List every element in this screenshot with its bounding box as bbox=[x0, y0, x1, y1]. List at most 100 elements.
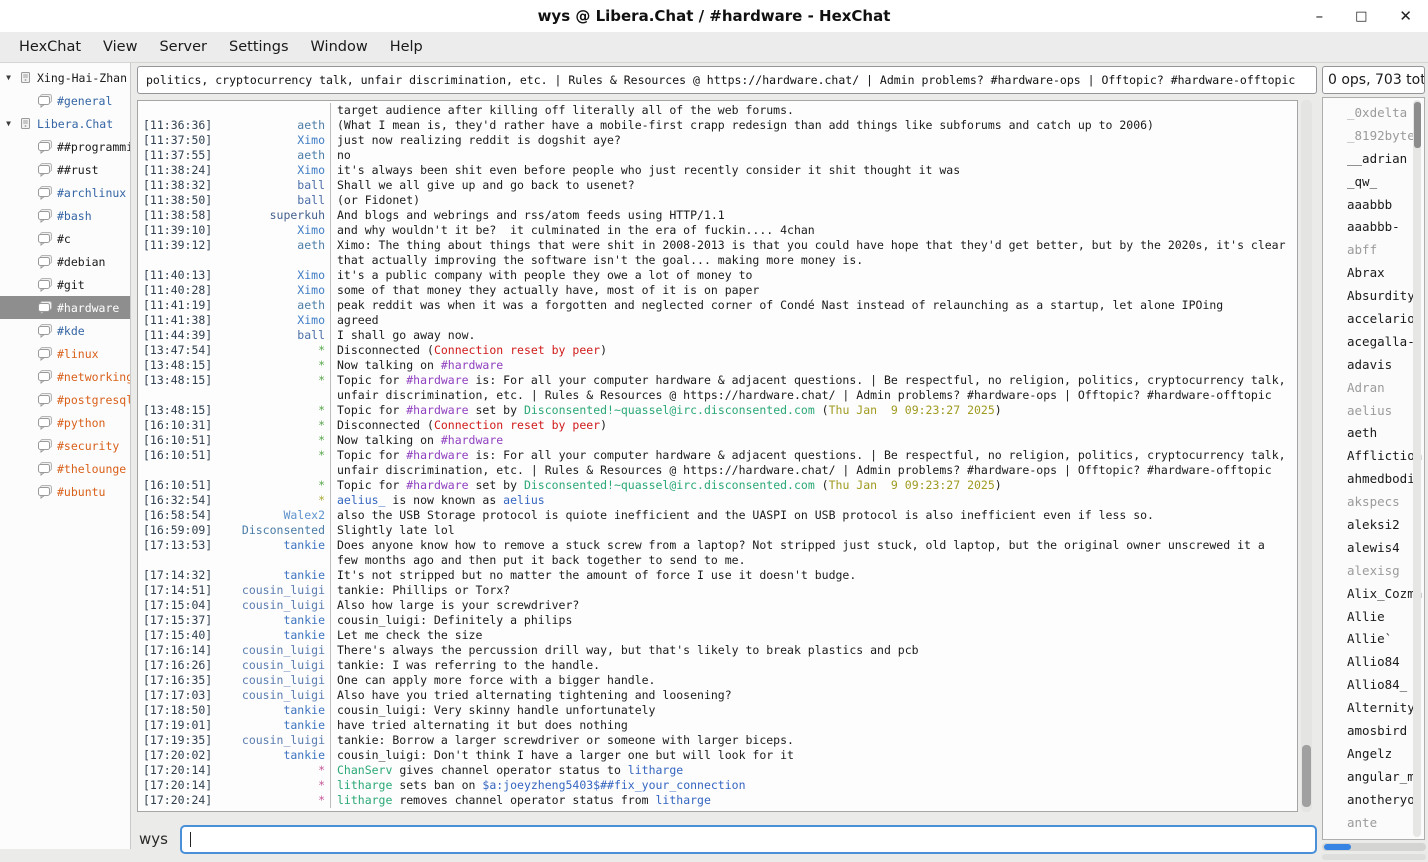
tree-channel--python[interactable]: #python bbox=[0, 411, 130, 434]
user-list-item[interactable]: aelius bbox=[1323, 399, 1424, 422]
tree-channel--postgresql[interactable]: #postgresql bbox=[0, 388, 130, 411]
chat-message-text: It's not stripped but no matter the amou… bbox=[330, 568, 1297, 583]
chat-scrollbar-thumb[interactable] bbox=[1302, 745, 1311, 807]
user-list-item[interactable]: Allio84_ bbox=[1323, 673, 1424, 696]
tree-channel--debian[interactable]: #debian bbox=[0, 250, 130, 273]
chat-timestamp: [17:19:01] bbox=[138, 718, 225, 733]
maximize-icon[interactable]: □ bbox=[1355, 10, 1367, 23]
topic-bar[interactable]: politics, cryptocurrency talk, unfair di… bbox=[137, 66, 1317, 94]
chat-nick: cousin_luigi bbox=[225, 583, 325, 598]
user-list-item[interactable]: aeth bbox=[1323, 421, 1424, 444]
tree-channel--security[interactable]: #security bbox=[0, 434, 130, 457]
user-list-item[interactable]: ante bbox=[1323, 811, 1424, 834]
menu-view[interactable]: View bbox=[92, 39, 148, 55]
chat-nick: cousin_luigi bbox=[225, 733, 325, 748]
menu-help[interactable]: Help bbox=[379, 39, 434, 55]
close-icon[interactable]: ✕ bbox=[1399, 9, 1412, 24]
menu-hexchat[interactable]: HexChat bbox=[8, 39, 92, 55]
chat-scrollbar[interactable] bbox=[1301, 100, 1312, 812]
tree-expander-icon[interactable]: ▼ bbox=[2, 73, 15, 82]
tree-channel--git[interactable]: #git bbox=[0, 273, 130, 296]
chat-message-text: just now realizing reddit is dogshit aye… bbox=[330, 133, 1297, 148]
user-list-item[interactable]: Affliction bbox=[1323, 444, 1424, 467]
user-list-item[interactable]: Allie bbox=[1323, 605, 1424, 628]
user-list-item[interactable]: akspecs bbox=[1323, 490, 1424, 513]
user-list-item[interactable]: Alix_Cozma bbox=[1323, 582, 1424, 605]
chat-nick: * bbox=[225, 493, 325, 508]
menu-settings[interactable]: Settings bbox=[218, 39, 299, 55]
user-list-item[interactable]: alexisg bbox=[1323, 559, 1424, 582]
tree-channel--archlinux[interactable]: #archlinux bbox=[0, 181, 130, 204]
tree-channel--ubuntu[interactable]: #ubuntu bbox=[0, 480, 130, 503]
tree-channel--programming[interactable]: ##programming bbox=[0, 135, 130, 158]
chat-message-text: Disconnected (Connection reset by peer) bbox=[330, 343, 1297, 358]
chat-message-text: agreed bbox=[330, 313, 1297, 328]
user-list-item[interactable]: anotheryo bbox=[1323, 788, 1424, 811]
user-list-item[interactable]: accelario bbox=[1323, 307, 1424, 330]
user-list-item[interactable]: Allio84 bbox=[1323, 650, 1424, 673]
tree-channel--kde[interactable]: #kde bbox=[0, 319, 130, 342]
tree-expander-icon[interactable]: ▼ bbox=[2, 119, 15, 128]
user-list-item[interactable]: _8192byte bbox=[1323, 124, 1424, 147]
user-list-item[interactable]: Allie` bbox=[1323, 627, 1424, 650]
user-list-hscrollbar[interactable] bbox=[1322, 843, 1426, 851]
user-list-item[interactable]: _0xdelta bbox=[1323, 101, 1424, 124]
user-list-item[interactable]: aleksi2 bbox=[1323, 513, 1424, 536]
user-list-item[interactable]: __adrian bbox=[1323, 147, 1424, 170]
channel-bubble-icon bbox=[37, 186, 52, 200]
tree-server-xing-hai-zhan[interactable]: ▼Xing-Hai-Zhan bbox=[0, 66, 130, 89]
menu-window[interactable]: Window bbox=[300, 39, 379, 55]
user-list-item[interactable]: ahmedbodi bbox=[1323, 467, 1424, 490]
tree-channel--c[interactable]: #c bbox=[0, 227, 130, 250]
user-list-item[interactable]: alewis4 bbox=[1323, 536, 1424, 559]
user-list-item[interactable]: aaabbb- bbox=[1323, 215, 1424, 238]
user-list-item[interactable]: aaabbb bbox=[1323, 193, 1424, 216]
chat-nick: tankie bbox=[225, 718, 325, 733]
titlebar[interactable]: wys @ Libera.Chat / #hardware - HexChat … bbox=[0, 0, 1428, 32]
chat-message-segment: litharge bbox=[337, 793, 392, 807]
chat-line: [11:37:50]Ximojust now realizing reddit … bbox=[138, 133, 1297, 148]
chat-messages[interactable]: target audience after killing off litera… bbox=[137, 100, 1298, 812]
chat-message-segment: Disconnected ( bbox=[337, 418, 434, 432]
user-list-hscrollbar-thumb[interactable] bbox=[1324, 844, 1351, 850]
tree-server-libera-chat[interactable]: ▼Libera.Chat bbox=[0, 112, 130, 135]
menu-server[interactable]: Server bbox=[148, 39, 218, 55]
user-list[interactable]: _0xdelta_8192byte__adrian_qw_aaabbbaaabb… bbox=[1322, 97, 1425, 840]
user-list-item[interactable]: angular_m bbox=[1323, 765, 1424, 788]
tree-channel--rust[interactable]: ##rust bbox=[0, 158, 130, 181]
tree-channel--networking[interactable]: #networking bbox=[0, 365, 130, 388]
chat-message-text: few months ago and then put it back toge… bbox=[330, 553, 1297, 568]
chat-nick: aeth bbox=[225, 118, 325, 133]
user-list-scrollbar-thumb[interactable] bbox=[1414, 102, 1421, 148]
user-list-item[interactable]: _qw_ bbox=[1323, 170, 1424, 193]
chat-nick: ball bbox=[225, 178, 325, 193]
user-list-item[interactable]: amosbird bbox=[1323, 719, 1424, 742]
user-list-item[interactable]: Angelz bbox=[1323, 742, 1424, 765]
message-input[interactable] bbox=[180, 825, 1317, 854]
user-list-item[interactable]: Adran bbox=[1323, 376, 1424, 399]
own-nick-label: wys bbox=[139, 830, 168, 848]
user-list-item[interactable]: acegalla- bbox=[1323, 330, 1424, 353]
tree-channel--general[interactable]: #general bbox=[0, 89, 130, 112]
user-list-item[interactable]: adavis bbox=[1323, 353, 1424, 376]
channel-bubble-icon bbox=[37, 370, 52, 384]
chat-message-text: some of that money they actually have, m… bbox=[330, 283, 1297, 298]
tree-channel--thelounge[interactable]: #thelounge bbox=[0, 457, 130, 480]
user-list-item[interactable]: Alternity bbox=[1323, 696, 1424, 719]
user-list-item[interactable]: Abrax bbox=[1323, 261, 1424, 284]
chat-message-segment: Slightly late lol bbox=[337, 523, 455, 537]
user-list-scrollbar[interactable] bbox=[1413, 100, 1421, 837]
user-list-hscrollbar-track[interactable] bbox=[1322, 854, 1426, 860]
tree-channel--linux[interactable]: #linux bbox=[0, 342, 130, 365]
minimize-icon[interactable]: – bbox=[1316, 9, 1324, 24]
chat-timestamp: [11:38:58] bbox=[138, 208, 225, 223]
tree-item-label: #ubuntu bbox=[57, 485, 105, 499]
user-list-item[interactable]: abff bbox=[1323, 238, 1424, 261]
channel-bubble-icon bbox=[37, 209, 52, 223]
tree-channel--hardware[interactable]: #hardware bbox=[0, 296, 130, 319]
channel-tree[interactable]: ▼Xing-Hai-Zhan#general▼Libera.Chat##prog… bbox=[0, 63, 131, 849]
chat-message-segment: also the USB Storage protocol is quiote … bbox=[337, 508, 1154, 522]
tree-channel--bash[interactable]: #bash bbox=[0, 204, 130, 227]
channel-bubble-icon bbox=[37, 94, 52, 108]
user-list-item[interactable]: Absurdity bbox=[1323, 284, 1424, 307]
